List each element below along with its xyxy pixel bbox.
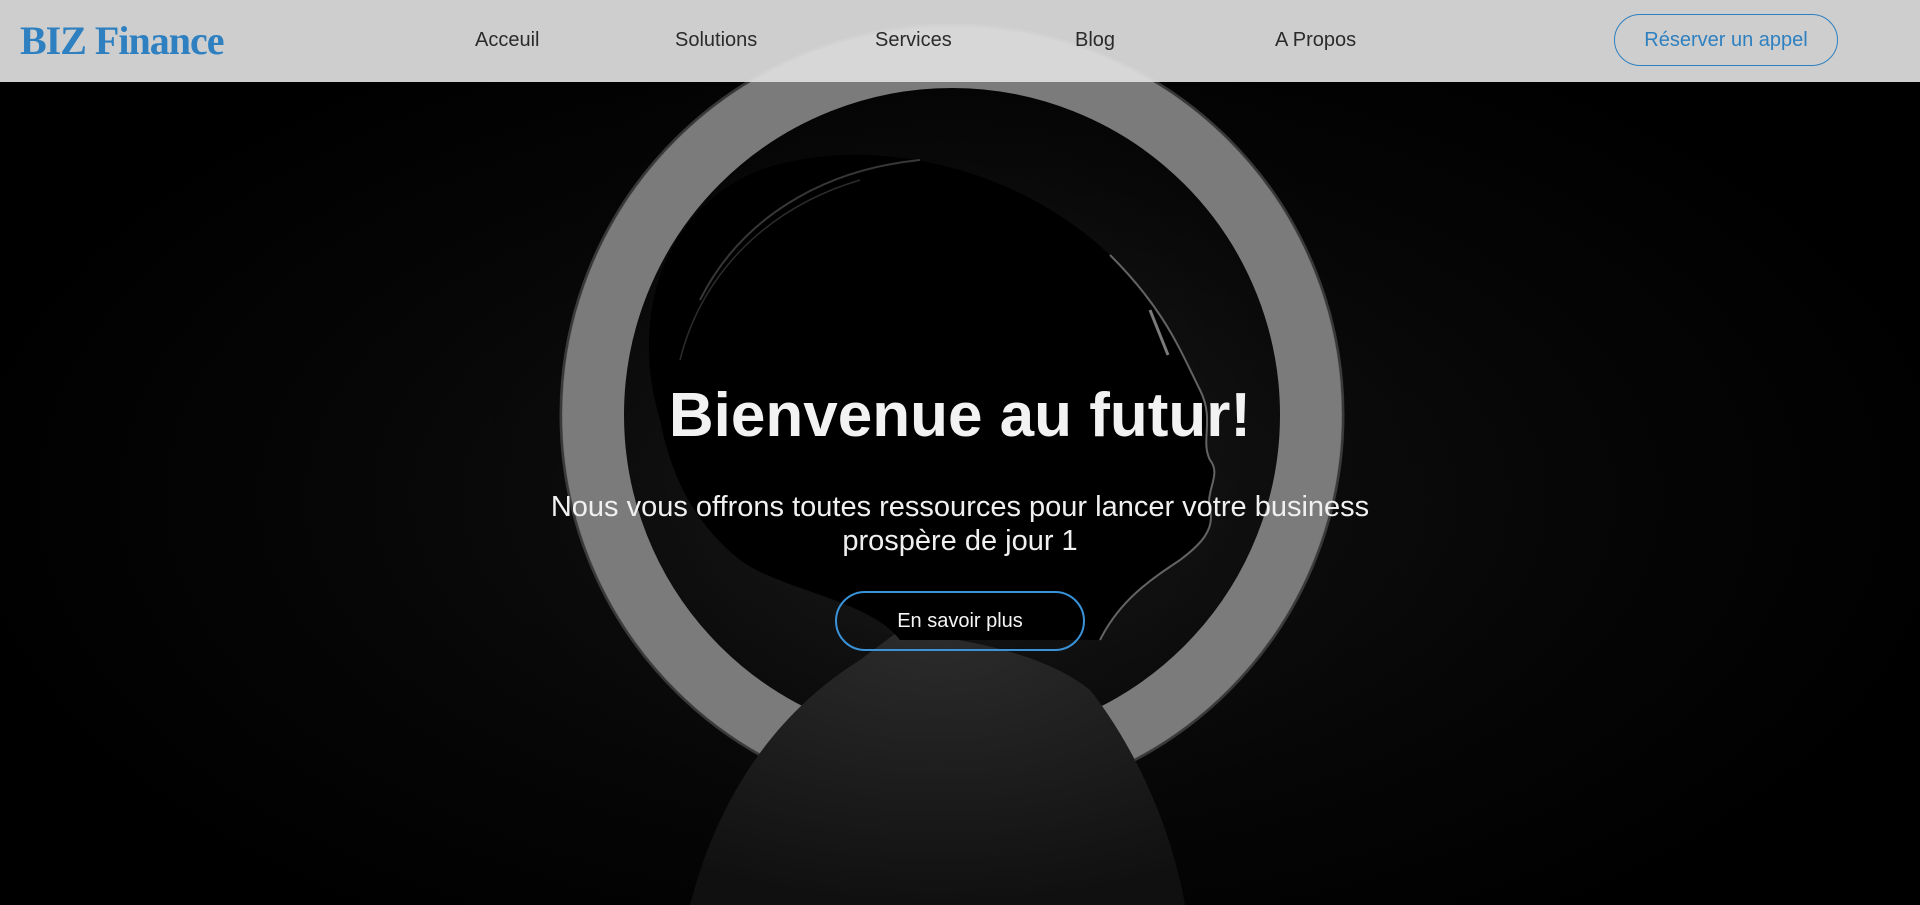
nav-link-acceuil[interactable]: Acceuil xyxy=(475,28,539,52)
nav-link-solutions[interactable]: Solutions xyxy=(675,28,757,52)
book-call-button[interactable]: Réserver un appel xyxy=(1614,14,1838,66)
nav-link-services[interactable]: Services xyxy=(875,28,952,52)
nav-link-blog[interactable]: Blog xyxy=(1075,28,1115,52)
hero-title: Bienvenue au futur! xyxy=(668,381,1252,450)
navbar: BIZ Finance Acceuil Solutions Services B… xyxy=(0,0,1920,82)
hero-subtitle: Nous vous offrons toutes ressources pour… xyxy=(550,491,1370,557)
learn-more-button[interactable]: En savoir plus xyxy=(835,591,1085,651)
nav-link-a-propos[interactable]: A Propos xyxy=(1275,28,1356,52)
brand-logo[interactable]: BIZ Finance xyxy=(20,14,224,68)
